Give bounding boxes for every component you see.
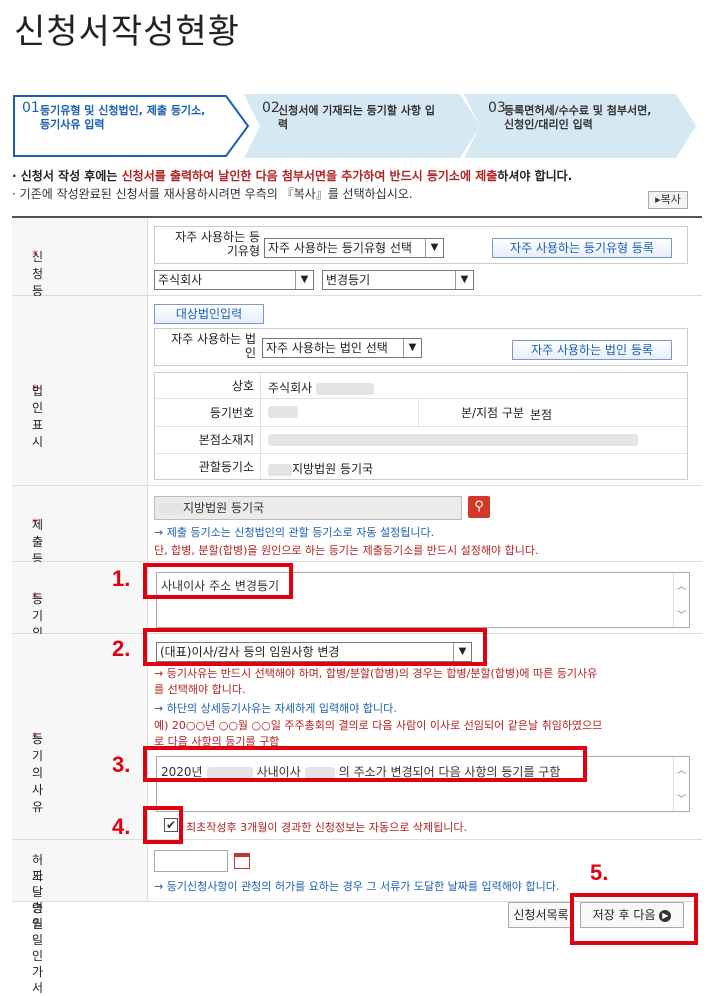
hq-address-label: 본점소재지 — [198, 433, 254, 447]
submit-office-note: → 제출 등기소는 신청법인의 관할 등기소로 자동 설정됩니다. — [154, 526, 435, 539]
chevron-down-icon: ▼ — [403, 339, 421, 357]
highlight-box-2 — [143, 628, 487, 666]
marker-5: 5. — [590, 860, 609, 885]
fav-corp-register-button[interactable]: 자주 사용하는 법인 등록 — [512, 340, 672, 360]
step-3[interactable]: 03 등록면허세/수수료 및 첨부서면, 신청인/대리인 입력 — [464, 94, 696, 158]
branch-label: 본/지점 구분 — [460, 406, 524, 420]
fav-corp-label: 자주 사용하는 법인 — [171, 332, 256, 360]
corp-regno-label: 등기번호 — [209, 406, 254, 420]
fav-type-register-button[interactable]: 자주 사용하는 등기유형 등록 — [492, 238, 672, 258]
submit-office-field: 지방법원 등기국 — [154, 496, 462, 520]
fav-type-label: 자주 사용하는 등기유형 — [175, 230, 260, 258]
fav-corp-select[interactable]: 자주 사용하는 법인 선택 ▼ — [262, 338, 422, 358]
application-form: *신청등기유형 자주 사용하는 등기유형 자주 사용하는 등기유형 선택▼ 자주… — [12, 216, 702, 995]
submit-office-warning: 단, 합병, 분할(합병)을 원인으로 하는 등기는 제출등기소를 반드시 설정… — [154, 544, 539, 557]
step-2[interactable]: 02 신청서에 기재되는 등기할 사항 입력 — [244, 94, 480, 158]
step-1[interactable]: 01 등기유형 및 신청법인, 제출 등기소, 등기사유 입력 — [12, 94, 252, 158]
reason-note-1: → 등기사유는 반드시 선택해야 하며, 합병/분할(합병)의 경우는 합병/분… — [154, 667, 598, 696]
copy-button[interactable]: ▸복사 — [648, 191, 688, 209]
reason-note-2: → 하단의 상세등기사유는 자세하게 입력해야 합니다. — [154, 702, 397, 715]
notice-line-1: · 신청서 작성 후에는 신청서를 출력하여 날인한 다음 첨부서면을 추가하여… — [12, 169, 573, 183]
row-registration-type: *신청등기유형 자주 사용하는 등기유형 자주 사용하는 등기유형 선택▼ 자주… — [12, 218, 702, 349]
corp-name-value: 주식회사 — [268, 379, 374, 396]
office-value: 지방법원 등기국 — [268, 460, 373, 477]
corp-name-label: 상호 — [231, 379, 254, 393]
branch-value: 본점 — [530, 408, 553, 422]
marker-3: 3. — [112, 752, 131, 777]
target-corp-button[interactable]: 대상법인입력 — [154, 304, 264, 324]
fav-type-select[interactable]: 자주 사용하는 등기유형 선택 ▼ — [264, 238, 444, 258]
highlight-box-1 — [143, 563, 293, 599]
office-label: 관할등기소 — [198, 460, 254, 474]
reason-scrollbar[interactable]: ︿ ﹀ — [673, 757, 689, 811]
marker-1: 1. — [112, 566, 131, 591]
permit-date-input[interactable] — [154, 850, 228, 872]
search-icon[interactable]: ⚲ — [468, 496, 490, 518]
row-corporation: * 법인표시 대상법인입력 자주 사용하는 법인 자주 사용하는 법인 선택 ▼ 자… — [12, 296, 702, 486]
step-indicator: 03 등록면허세/수수료 및 첨부서면, 신청인/대리인 입력 02 신청서에 기… — [12, 94, 696, 158]
application-list-button[interactable]: 신청서목록 — [508, 902, 574, 928]
corp-regno-value — [268, 404, 298, 418]
row-header: *신청등기유형 — [12, 218, 148, 349]
step-2-label: 신청서에 기재되는 등기할 사항 입력 — [278, 104, 435, 131]
registration-type-select[interactable]: 변경등기 ▼ — [322, 270, 474, 290]
step-1-label: 등기유형 및 신청법인, 제출 등기소, 등기사유 입력 — [40, 104, 206, 131]
chevron-down-icon: ▼ — [455, 271, 473, 289]
chevron-down-icon: ▼ — [425, 239, 443, 257]
notice-line-2: · 기존에 작성완료된 신청서를 재사용하시려면 우측의 『복사』를 선택하십시… — [12, 187, 413, 201]
chevron-down-icon: ▼ — [295, 271, 313, 289]
page-title: 신청서작성현황 — [14, 12, 240, 52]
permit-date-note: → 등기신청사항이 관청의 허가를 요하는 경우 그 서류가 도달한 날짜를 입… — [154, 880, 560, 893]
hq-address-value — [268, 432, 638, 446]
highlight-box-5 — [570, 893, 698, 945]
highlight-box-4 — [143, 806, 183, 844]
calendar-icon[interactable] — [234, 853, 250, 869]
step-3-label: 등록면허세/수수료 및 첨부서면, 신청인/대리인 입력 — [504, 104, 652, 131]
highlight-box-3 — [143, 746, 587, 782]
purpose-scrollbar[interactable]: ︿ ﹀ — [673, 573, 689, 627]
company-type-select[interactable]: 주식회사 ▼ — [154, 270, 314, 290]
step-1-number: 01 — [22, 100, 40, 116]
row-submit-office: *제출 등기소 지방법원 등기국 ⚲ → 제출 등기소는 신청법인의 관할 등기… — [12, 486, 702, 600]
marker-4: 4. — [112, 814, 131, 839]
auto-delete-text: 최초작성후 3개월이 경과한 신청정보는 자동으로 삭제됩니다. — [186, 821, 467, 834]
marker-2: 2. — [112, 636, 131, 661]
notice: · 신청서 작성 후에는 신청서를 출력하여 날인한 다음 첨부서면을 추가하여… — [12, 167, 702, 203]
